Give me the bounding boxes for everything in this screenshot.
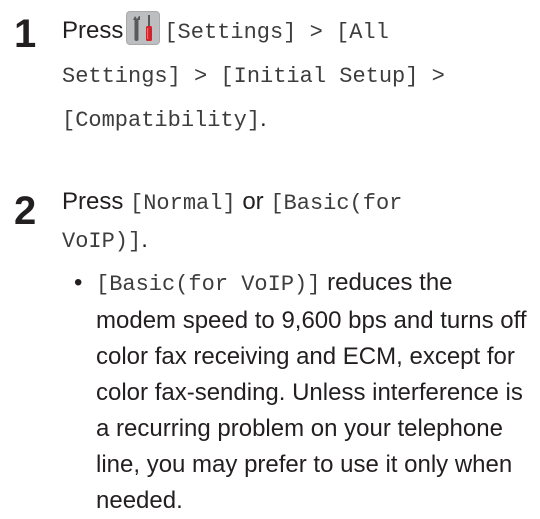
step-2-instruction: Press [Normal] or [Basic(for VoIP)]. <box>62 181 532 263</box>
step-1-line-2: Settings] > [Initial Setup] > <box>62 54 532 98</box>
step-number-2: 2 <box>14 189 37 233</box>
step-1-press-text: Press <box>62 17 124 44</box>
note-bullet: • [Basic(for VoIP)] reduces the modem sp… <box>74 265 534 519</box>
step-1-line-3: [Compatibility]. <box>62 98 532 142</box>
settings-tools-icon <box>126 11 161 45</box>
option-basic-line-2: VoIP)] <box>62 229 142 254</box>
step-1-instruction: Press [Settings] > [All Settings] > [Ini… <box>62 10 532 142</box>
step-1-path-part-1: [Settings] > [All <box>164 20 389 45</box>
step-number-1: 1 <box>14 12 37 56</box>
option-basic-line-1: [Basic(for <box>270 191 403 216</box>
step-2-or-text: or <box>242 188 264 215</box>
step-1-path-part-2: Settings] > [Initial Setup] > <box>62 64 445 89</box>
option-normal: [Normal] <box>130 191 236 216</box>
bullet-text: [Basic(for VoIP)] reduces the modem spee… <box>96 265 534 519</box>
step-2-line-2: VoIP)]. <box>62 219 532 263</box>
step-1-path-part-3: [Compatibility] <box>62 108 261 133</box>
bullet-code: [Basic(for VoIP)] <box>96 272 321 297</box>
step-1-line-1: Press [Settings] > [All <box>62 10 532 54</box>
step-2-period: . <box>141 226 148 253</box>
bullet-description: reduces the modem speed to 9,600 bps and… <box>96 269 527 514</box>
bullet-marker: • <box>74 269 83 296</box>
step-2-press-text: Press <box>62 188 124 215</box>
step-1-period: . <box>260 105 267 132</box>
